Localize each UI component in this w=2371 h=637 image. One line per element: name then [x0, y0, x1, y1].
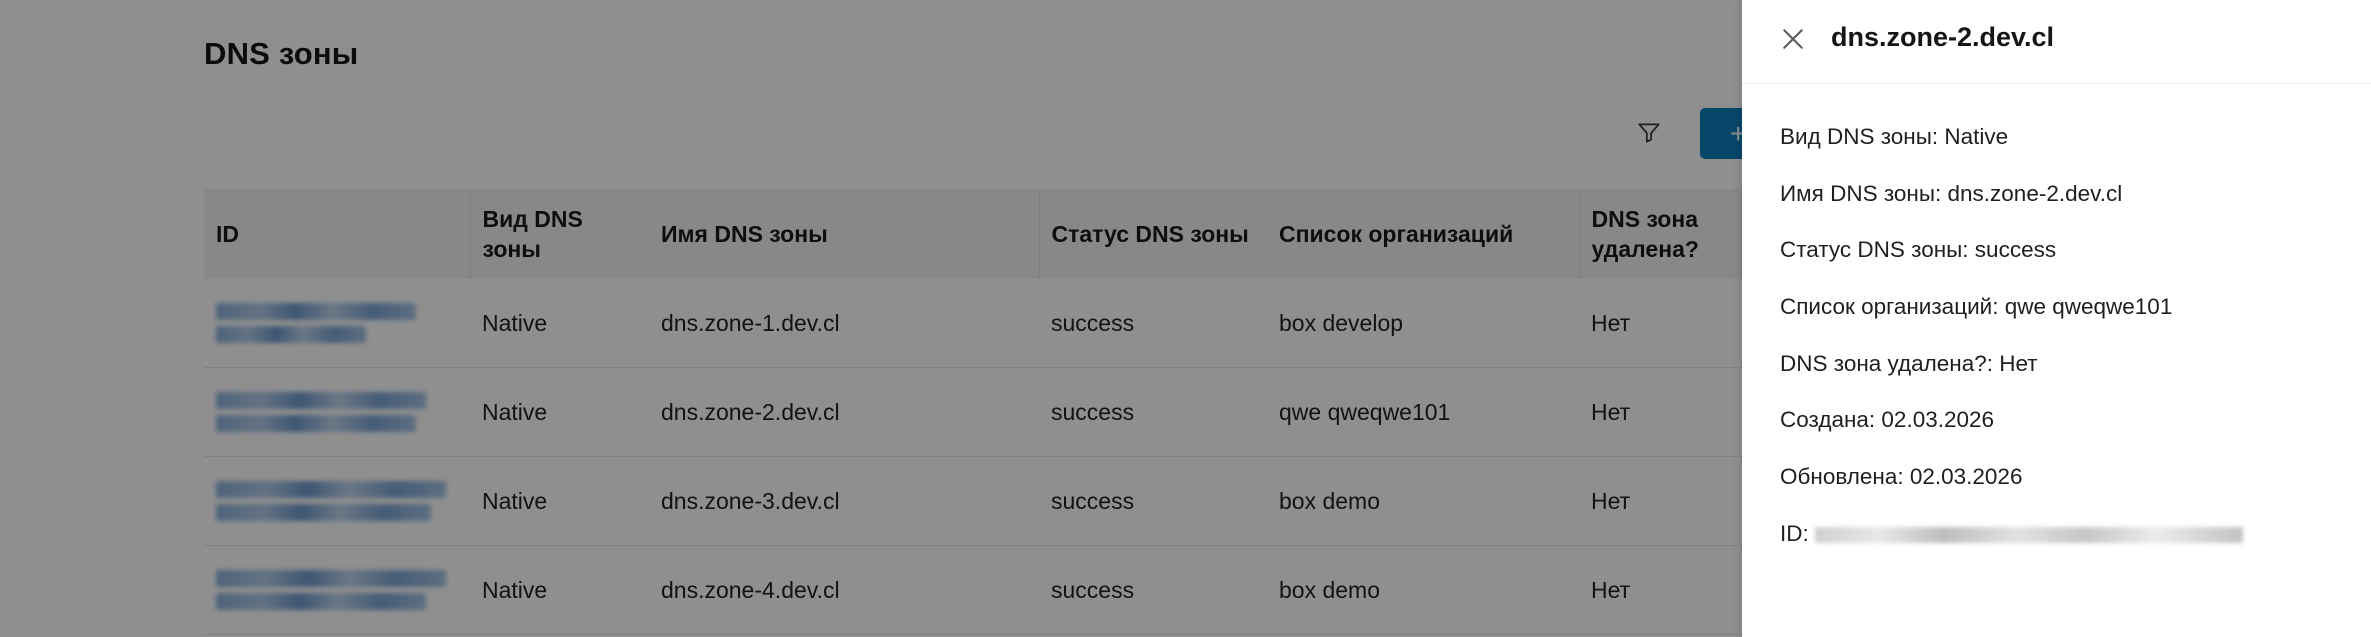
detail-zone-status: Статус DNS зоны: success	[1780, 237, 2057, 263]
modal-backdrop[interactable]	[0, 0, 1742, 637]
detail-id: ID:	[1780, 517, 2243, 574]
detail-created: Создана: 02.03.2026	[1780, 407, 1995, 433]
detail-updated: Обновлена: 02.03.2026	[1780, 464, 2023, 490]
close-button[interactable]	[1778, 24, 1808, 54]
detail-zone-type: Вид DNS зоны: Native	[1780, 124, 2009, 149]
zone-details-list: Вид DNS зоны: Native Имя DNS зоны: dns.z…	[1780, 120, 2243, 574]
detail-organizations: Список организаций: qwe qweqwe101	[1780, 294, 2173, 320]
detail-id-label: ID:	[1780, 520, 1809, 546]
close-icon	[1783, 29, 1803, 49]
detail-zone-name: Имя DNS зоны: dns.zone-2.dev.cl	[1780, 180, 2123, 206]
redacted-id-value	[1814, 526, 2243, 543]
drawer-header: dns.zone-2.dev.cl	[1742, 0, 2371, 84]
detail-deleted: DNS зона удалена?: Нет	[1780, 350, 2038, 376]
zone-details-drawer: dns.zone-2.dev.cl Вид DNS зоны: Native И…	[1742, 0, 2371, 637]
drawer-title: dns.zone-2.dev.cl	[1831, 22, 2055, 52]
